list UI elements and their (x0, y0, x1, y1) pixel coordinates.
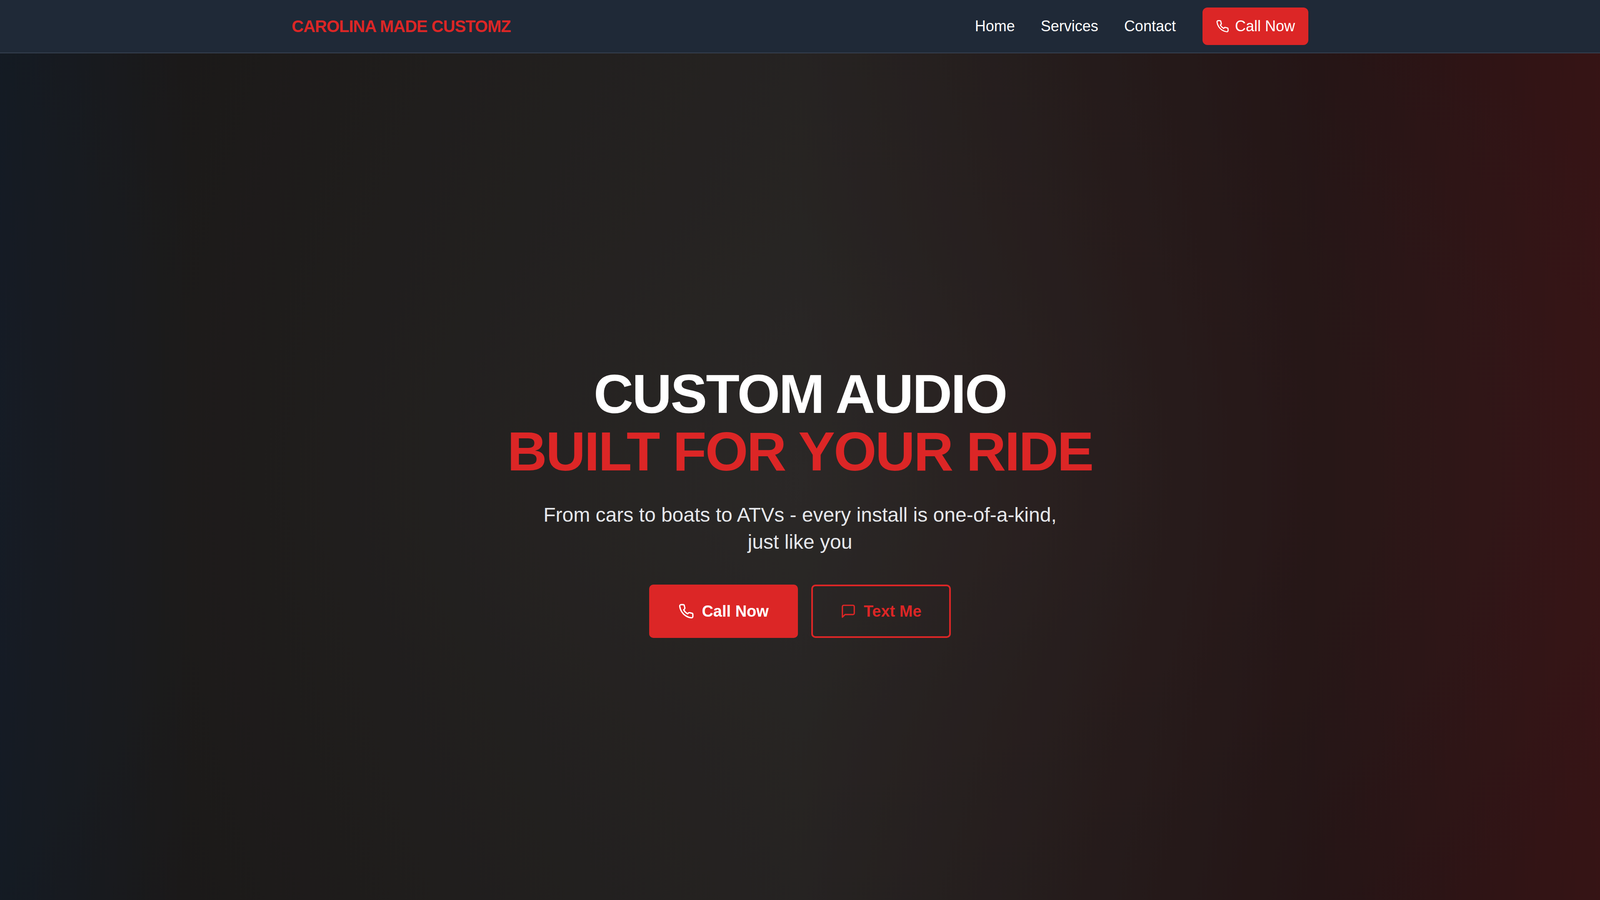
hero-title-line: CUSTOM AUDIO (593, 365, 1007, 424)
nav-link[interactable]: Home (975, 15, 1015, 38)
nav-link[interactable]: Services (1040, 15, 1099, 38)
hero-subtitle: From cars to boats to ATVs - every insta… (529, 501, 1071, 556)
hero-title-line: BUILT FOR YOUR RIDE (507, 422, 1093, 481)
button-label: Text Me (863, 599, 922, 624)
nav-call-button[interactable]: Call Now (1202, 7, 1309, 45)
phone-icon (1215, 19, 1230, 33)
button-label: Call Now (701, 599, 769, 624)
hero-content: CUSTOM AUDIOBUILT FOR YOUR RIDE From cars… (507, 315, 1093, 639)
hero-text-button[interactable]: Text Me (811, 584, 951, 638)
hero-section: CUSTOM AUDIOBUILT FOR YOUR RIDE From cars… (0, 53, 1600, 900)
hero-buttons: Call Now Text Me (649, 584, 951, 638)
top-navbar: CAROLINA MADE CUSTOMZ Home Services Contact… (0, 0, 1600, 54)
hero-title: CUSTOM AUDIOBUILT FOR YOUR RIDE (507, 365, 1093, 481)
hero-call-button[interactable]: Call Now (649, 584, 798, 638)
message-icon (840, 603, 857, 620)
navbar-inner: CAROLINA MADE CUSTOMZ Home Services Contact… (291, 7, 1309, 45)
nav-link[interactable]: Contact (1124, 15, 1176, 38)
site-logo[interactable]: CAROLINA MADE CUSTOMZ (291, 13, 511, 39)
nav-links: Home Services Contact Call Now (975, 7, 1309, 45)
nav-call-label: Call Now (1235, 15, 1295, 38)
phone-icon (678, 603, 695, 620)
